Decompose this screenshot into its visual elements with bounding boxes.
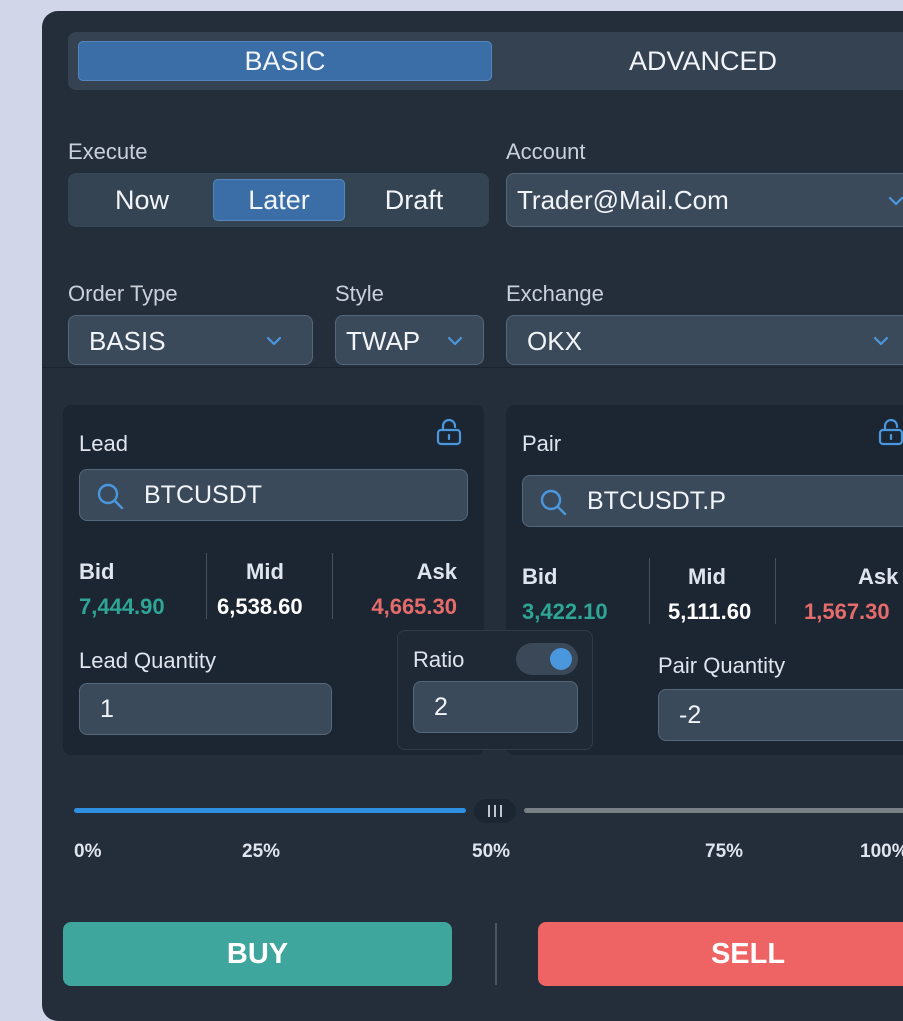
lead-quantity-label: Lead Quantity (79, 648, 216, 673)
search-icon (97, 483, 124, 510)
lead-quantity-input[interactable]: 1 (79, 683, 332, 735)
exchange-label: Exchange (506, 281, 604, 306)
tab-advanced[interactable]: ADVANCED (496, 41, 903, 81)
slider-track-empty[interactable] (524, 808, 903, 813)
search-icon (540, 489, 567, 516)
ratio-toggle[interactable] (516, 643, 578, 675)
quote-divider (649, 558, 650, 624)
button-divider (495, 923, 497, 985)
lead-bid-value: 7,444.90 (79, 594, 165, 619)
ratio-box: Ratio 2 (397, 630, 593, 750)
chevron-down-icon (873, 336, 889, 346)
ratio-input[interactable]: 2 (413, 681, 578, 733)
style-value: TWAP (346, 326, 421, 356)
toggle-knob (550, 648, 572, 670)
slider-tick-50[interactable]: 50% (472, 841, 510, 863)
pair-mid-label: Mid (688, 564, 726, 589)
pair-ask-value: 1,567.30 (804, 599, 890, 624)
buy-button[interactable]: BUY (63, 922, 452, 986)
pair-symbol-value: BTCUSDT.P (587, 487, 726, 515)
pair-ask-label: Ask (858, 564, 899, 589)
quote-divider (332, 553, 333, 619)
execute-later-button[interactable]: Later (213, 179, 345, 221)
order-type-value: BASIS (89, 326, 166, 356)
order-type-label: Order Type (68, 281, 178, 306)
exchange-select[interactable]: OKX (506, 315, 903, 365)
lead-symbol-value: BTCUSDT (144, 481, 263, 509)
slider-track-filled[interactable] (74, 808, 466, 813)
chevron-down-icon (447, 336, 463, 346)
slider-tick-100[interactable]: 100% (860, 841, 903, 863)
slider-tick-25[interactable]: 25% (242, 841, 280, 863)
lead-mid-label: Mid (246, 559, 284, 584)
pair-symbol-search[interactable]: BTCUSDT.P (522, 475, 903, 527)
pair-quantity-value: -2 (679, 701, 702, 729)
pair-bid-label: Bid (522, 564, 558, 589)
execute-now-button[interactable]: Now (76, 179, 208, 221)
account-label: Account (506, 139, 586, 164)
style-select[interactable]: TWAP (335, 315, 484, 365)
pair-title: Pair (522, 431, 562, 456)
lead-bid-label: Bid (79, 559, 115, 584)
lead-ask-value: 4,665.30 (371, 594, 457, 619)
quote-divider (206, 553, 207, 619)
unlock-icon[interactable] (876, 417, 903, 447)
order-entry-panel: BASIC ADVANCED Execute Now Later Draft A… (42, 11, 903, 1021)
execute-segmented-control: Now Later Draft (68, 173, 489, 227)
lead-title: Lead (79, 431, 128, 456)
unlock-icon[interactable] (434, 417, 464, 447)
execute-label: Execute (68, 139, 148, 164)
account-select[interactable]: Trader@Mail.Com (506, 173, 903, 227)
order-type-select[interactable]: BASIS (68, 315, 313, 365)
pair-mid-value: 5,111.60 (668, 599, 752, 624)
exchange-value: OKX (527, 326, 582, 356)
lead-ask-label: Ask (416, 559, 457, 584)
pair-quantity-label: Pair Quantity (658, 653, 786, 678)
sell-button[interactable]: SELL (538, 922, 903, 986)
grip-line (500, 805, 502, 817)
ratio-label: Ratio (413, 647, 465, 672)
lead-quantity-value: 1 (100, 695, 114, 723)
ratio-value: 2 (434, 693, 448, 721)
chevron-down-icon (888, 196, 903, 206)
lead-symbol-search[interactable]: BTCUSDT (79, 469, 468, 521)
style-label: Style (335, 281, 384, 306)
pair-bid-value: 3,422.10 (522, 599, 608, 624)
lead-mid-value: 6,538.60 (217, 594, 303, 619)
grip-line (488, 805, 490, 817)
slider-tick-75[interactable]: 75% (705, 841, 743, 863)
grip-line (494, 805, 496, 817)
section-divider (42, 367, 903, 368)
account-value: Trader@Mail.Com (517, 185, 729, 215)
slider-handle[interactable] (474, 799, 516, 823)
execute-draft-button[interactable]: Draft (348, 179, 480, 221)
pair-quantity-input[interactable]: -2 (658, 689, 903, 741)
mode-tabs: BASIC ADVANCED (68, 32, 903, 90)
quote-divider (775, 558, 776, 624)
tab-basic[interactable]: BASIC (78, 41, 492, 81)
slider-tick-0[interactable]: 0% (74, 841, 101, 863)
chevron-down-icon (266, 336, 282, 346)
